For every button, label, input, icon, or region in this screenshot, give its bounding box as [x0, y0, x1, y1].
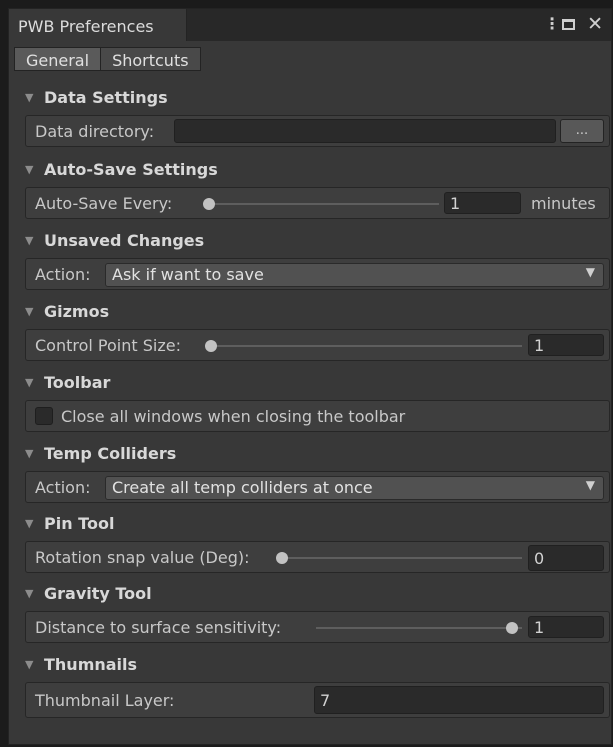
section-header-label: Gizmos: [44, 301, 110, 321]
section-data-settings[interactable]: ▼ Data Settings: [25, 86, 168, 108]
dropdown-value: Create all temp colliders at once: [112, 478, 373, 497]
section-unsaved-changes[interactable]: ▼ Unsaved Changes: [25, 229, 204, 251]
window-title[interactable]: PWB Preferences: [9, 9, 187, 41]
section-header-label: Toolbar: [44, 372, 111, 392]
title-bar: PWB Preferences ⋮ ✕: [9, 9, 611, 41]
data-directory-label: Data directory:: [35, 122, 155, 141]
close-icon[interactable]: ✕: [587, 14, 603, 34]
section-pin-tool[interactable]: ▼ Pin Tool: [25, 512, 114, 534]
surface-sensitivity-slider-track[interactable]: [316, 627, 522, 629]
auto-save-unit-label: minutes: [531, 194, 596, 213]
close-windows-label[interactable]: Close all windows when closing the toolb…: [61, 407, 405, 426]
foldout-arrow-icon: ▼: [25, 90, 34, 104]
section-header-label: Gravity Tool: [44, 583, 152, 603]
thumbnails-panel: Thumbnail Layer: 7: [25, 682, 610, 718]
auto-save-label: Auto-Save Every:: [35, 194, 173, 213]
toolbar-panel: Close all windows when closing the toolb…: [25, 400, 610, 432]
surface-sensitivity-label: Distance to surface sensitivity:: [35, 618, 282, 637]
browse-button[interactable]: ...: [560, 119, 604, 143]
close-windows-checkbox[interactable]: [35, 407, 53, 425]
tab-general[interactable]: General: [14, 47, 102, 71]
data-directory-field[interactable]: [174, 119, 556, 143]
unsaved-changes-panel: Action: Ask if want to save ▼: [25, 258, 610, 290]
foldout-arrow-icon: ▼: [25, 375, 34, 389]
section-temp-colliders[interactable]: ▼ Temp Colliders: [25, 442, 176, 464]
thumbnail-layer-label: Thumbnail Layer:: [35, 691, 175, 710]
more-options-icon[interactable]: ⋮: [544, 14, 560, 34]
temp-colliders-action-label: Action:: [35, 478, 91, 497]
unsaved-action-dropdown[interactable]: Ask if want to save ▼: [105, 263, 604, 287]
foldout-arrow-icon: ▼: [25, 233, 34, 247]
window-controls: ⋮ ✕: [544, 14, 603, 34]
dropdown-arrow-icon: ▼: [585, 478, 595, 492]
foldout-arrow-icon: ▼: [25, 516, 34, 530]
section-header-label: Data Settings: [44, 87, 168, 107]
unsaved-action-label: Action:: [35, 265, 91, 284]
section-header-label: Temp Colliders: [44, 443, 177, 463]
control-point-size-label: Control Point Size:: [35, 336, 181, 355]
dropdown-value: Ask if want to save: [112, 265, 264, 284]
auto-save-value-field[interactable]: 1: [444, 192, 521, 214]
foldout-arrow-icon: ▼: [25, 446, 34, 460]
section-header-label: Auto-Save Settings: [44, 159, 218, 179]
auto-save-slider-handle[interactable]: [203, 198, 215, 210]
rotation-snap-label: Rotation snap value (Deg):: [35, 548, 250, 567]
section-gizmos[interactable]: ▼ Gizmos: [25, 300, 109, 322]
auto-save-slider-track[interactable]: [207, 203, 439, 205]
preferences-window: PWB Preferences ⋮ ✕ General Shortcuts ▼ …: [8, 8, 612, 745]
section-auto-save[interactable]: ▼ Auto-Save Settings: [25, 158, 218, 180]
temp-colliders-action-dropdown[interactable]: Create all temp colliders at once ▼: [105, 476, 604, 500]
surface-sensitivity-slider-handle[interactable]: [506, 622, 518, 634]
gravity-tool-panel: Distance to surface sensitivity: 1: [25, 611, 610, 643]
foldout-arrow-icon: ▼: [25, 657, 34, 671]
tab-shortcuts[interactable]: Shortcuts: [100, 47, 201, 71]
control-point-slider-track[interactable]: [209, 345, 522, 347]
control-point-slider-handle[interactable]: [205, 340, 217, 352]
rotation-snap-field[interactable]: 0: [528, 545, 604, 571]
section-gravity-tool[interactable]: ▼ Gravity Tool: [25, 582, 152, 604]
data-settings-panel: Data directory: ...: [25, 115, 610, 147]
temp-colliders-panel: Action: Create all temp colliders at onc…: [25, 471, 610, 503]
tab-bar: General Shortcuts: [14, 47, 201, 71]
control-point-size-field[interactable]: 1: [528, 334, 604, 356]
section-header-label: Thumnails: [44, 654, 138, 674]
section-header-label: Pin Tool: [44, 513, 115, 533]
foldout-arrow-icon: ▼: [25, 162, 34, 176]
pin-tool-panel: Rotation snap value (Deg): 0: [25, 541, 610, 573]
thumbnail-layer-field[interactable]: 7: [314, 686, 604, 714]
auto-save-panel: Auto-Save Every: 1 minutes: [25, 187, 610, 219]
section-toolbar[interactable]: ▼ Toolbar: [25, 371, 110, 393]
section-thumbnails[interactable]: ▼ Thumnails: [25, 653, 137, 675]
surface-sensitivity-field[interactable]: 1: [528, 616, 604, 638]
gizmos-panel: Control Point Size: 1: [25, 329, 610, 361]
section-header-label: Unsaved Changes: [44, 230, 205, 250]
rotation-snap-slider-handle[interactable]: [276, 552, 288, 564]
foldout-arrow-icon: ▼: [25, 304, 34, 318]
maximize-icon[interactable]: [562, 18, 576, 30]
foldout-arrow-icon: ▼: [25, 586, 34, 600]
dropdown-arrow-icon: ▼: [585, 265, 595, 279]
rotation-snap-slider-track[interactable]: [280, 557, 522, 559]
